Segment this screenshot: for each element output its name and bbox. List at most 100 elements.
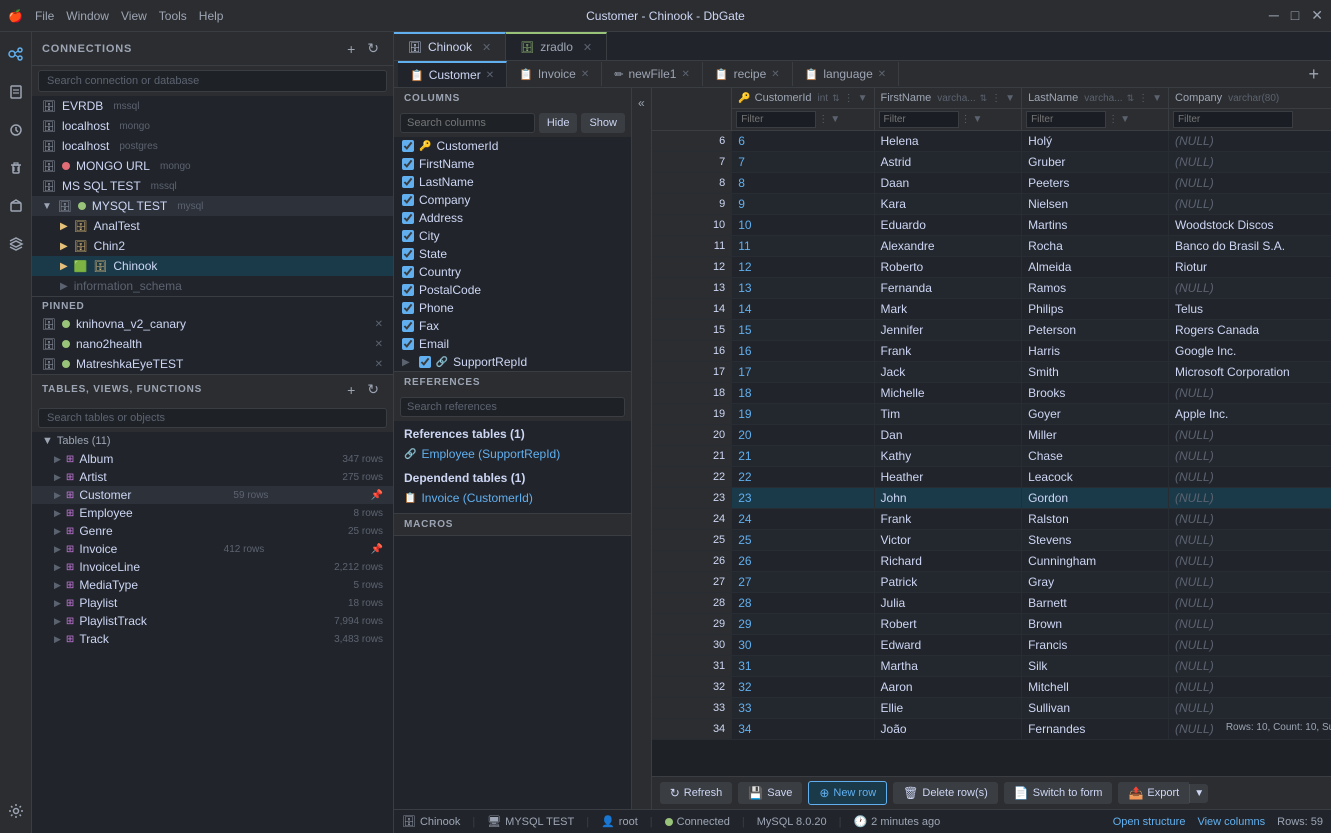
cell-firstname[interactable]: Dan [874, 425, 1022, 446]
connection-localhost-postgres[interactable]: 🗄 localhost postgres [32, 136, 393, 156]
tab-close-button[interactable]: ✕ [681, 69, 689, 80]
trash-icon[interactable] [2, 154, 30, 182]
table-row[interactable]: 25 25 Victor Stevens (NULL) [652, 530, 1331, 551]
cell-company[interactable]: (NULL) [1169, 278, 1331, 299]
cell-customerid[interactable]: 8 [732, 173, 874, 194]
cell-company[interactable]: (NULL) [1169, 530, 1331, 551]
cell-firstname[interactable]: Kara [874, 194, 1022, 215]
cell-lastname[interactable]: Nielsen [1022, 194, 1169, 215]
table-row[interactable]: 20 20 Dan Miller (NULL) [652, 425, 1331, 446]
cell-lastname[interactable]: Brooks [1022, 383, 1169, 404]
filter-toggle-icon[interactable]: ▼ [1152, 93, 1162, 104]
db-tab-close-button[interactable]: ✕ [482, 41, 491, 54]
status-connection-item[interactable]: 🖥 MYSQL TEST [487, 815, 574, 828]
connection-mysql-test[interactable]: ▼ 🗄 MYSQL TEST mysql [32, 196, 393, 216]
column-checkbox[interactable] [402, 194, 414, 206]
cell-customerid[interactable]: 25 [732, 530, 874, 551]
layers-icon[interactable] [2, 230, 30, 258]
table-row[interactable]: 24 24 Frank Ralston (NULL) [652, 509, 1331, 530]
cell-customerid[interactable]: 13 [732, 278, 874, 299]
cell-customerid[interactable]: 33 [732, 698, 874, 719]
cell-company[interactable]: (NULL) [1169, 446, 1331, 467]
cell-firstname[interactable]: Tim [874, 404, 1022, 425]
tables-group[interactable]: ▼ Tables (11) [32, 432, 393, 450]
table-item-genre[interactable]: ▶ ⊞ Genre 25 rows [32, 522, 393, 540]
tab-invoice[interactable]: 📋 Invoice ✕ [507, 62, 602, 86]
table-row[interactable]: 30 30 Edward Francis (NULL) [652, 635, 1331, 656]
cell-company[interactable]: (NULL) [1169, 551, 1331, 572]
cell-customerid[interactable]: 27 [732, 572, 874, 593]
view-columns-link[interactable]: View columns [1197, 816, 1265, 828]
column-checkbox[interactable] [402, 302, 414, 314]
col-filter-clear-button[interactable]: ▼ [1120, 114, 1130, 125]
cell-firstname[interactable]: Mark [874, 299, 1022, 320]
column-checkbox[interactable] [402, 320, 414, 332]
col-header-company[interactable]: Company varchar(80) ⇅ [1169, 88, 1331, 131]
cell-firstname[interactable]: Heather [874, 467, 1022, 488]
table-row[interactable]: 15 15 Jennifer Peterson Rogers Canada [652, 320, 1331, 341]
table-row[interactable]: 28 28 Julia Barnett (NULL) [652, 593, 1331, 614]
cell-lastname[interactable]: Rocha [1022, 236, 1169, 257]
cell-lastname[interactable]: Francis [1022, 635, 1169, 656]
table-row[interactable]: 11 11 Alexandre Rocha Banco do Brasil S.… [652, 236, 1331, 257]
tables-search-input[interactable] [38, 408, 387, 428]
col-filter-button[interactable]: ⋮ [818, 114, 828, 125]
cell-customerid[interactable]: 18 [732, 383, 874, 404]
cell-lastname[interactable]: Chase [1022, 446, 1169, 467]
col-filter-input[interactable] [736, 111, 816, 128]
menu-apple[interactable]: 🍎 [8, 9, 23, 23]
cell-company[interactable]: (NULL) [1169, 677, 1331, 698]
table-row[interactable]: 13 13 Fernanda Ramos (NULL) [652, 278, 1331, 299]
pinned-item-nano2health[interactable]: 🗄 nano2health ✕ [32, 334, 393, 354]
cell-company[interactable]: (NULL) [1169, 698, 1331, 719]
cell-firstname[interactable]: Frank [874, 341, 1022, 362]
refresh-button[interactable]: ↻ Refresh [660, 782, 733, 804]
menu-window[interactable]: Window [66, 9, 109, 23]
cell-customerid[interactable]: 29 [732, 614, 874, 635]
tab-newfile1[interactable]: ✏ newFile1 ✕ [602, 62, 703, 86]
collapse-panel-button[interactable]: « [632, 88, 652, 809]
cell-firstname[interactable]: Fernanda [874, 278, 1022, 299]
references-search-input[interactable] [400, 397, 625, 417]
cell-customerid[interactable]: 31 [732, 656, 874, 677]
cell-customerid[interactable]: 30 [732, 635, 874, 656]
table-row[interactable]: 26 26 Richard Cunningham (NULL) [652, 551, 1331, 572]
cell-firstname[interactable]: Astrid [874, 152, 1022, 173]
cell-lastname[interactable]: Ralston [1022, 509, 1169, 530]
cell-lastname[interactable]: Barnett [1022, 593, 1169, 614]
cell-customerid[interactable]: 7 [732, 152, 874, 173]
cell-lastname[interactable]: Gray [1022, 572, 1169, 593]
col-filter-clear-button[interactable]: ▼ [830, 114, 840, 125]
cell-customerid[interactable]: 26 [732, 551, 874, 572]
filter-toggle-icon[interactable]: ▼ [858, 93, 868, 104]
column-checkbox[interactable] [419, 356, 431, 368]
table-row[interactable]: 29 29 Robert Brown (NULL) [652, 614, 1331, 635]
cell-firstname[interactable]: Ellie [874, 698, 1022, 719]
connection-mongo-url[interactable]: 🗄 MONGO URL mongo [32, 156, 393, 176]
table-row[interactable]: 34 34 João Fernandes (NULL)Rows: 10, Cou… [652, 719, 1331, 740]
cell-firstname[interactable]: João [874, 719, 1022, 740]
db-tab-zradlo[interactable]: 🗄 zradlo ✕ [506, 32, 607, 60]
col-filter-button[interactable]: ⋮ [961, 114, 971, 125]
table-item-employee[interactable]: ▶ ⊞ Employee 8 rows [32, 504, 393, 522]
add-table-button[interactable]: + [343, 379, 359, 400]
menu-view[interactable]: View [121, 9, 147, 23]
table-row[interactable]: 27 27 Patrick Gray (NULL) [652, 572, 1331, 593]
cell-company[interactable]: (NULL) [1169, 194, 1331, 215]
db-analtest[interactable]: ▶ 🗄 AnalTest [32, 216, 393, 236]
cell-customerid[interactable]: 19 [732, 404, 874, 425]
db-chin2[interactable]: ▶ 🗄 Chin2 [32, 236, 393, 256]
cell-customerid[interactable]: 24 [732, 509, 874, 530]
connection-localhost-mongo[interactable]: 🗄 localhost mongo [32, 116, 393, 136]
cell-company[interactable]: Riotur [1169, 257, 1331, 278]
unpin-button[interactable]: ✕ [375, 339, 383, 350]
cell-firstname[interactable]: Aaron [874, 677, 1022, 698]
refresh-connections-button[interactable]: ↻ [363, 38, 383, 59]
table-row[interactable]: 22 22 Heather Leacock (NULL) [652, 467, 1331, 488]
cell-lastname[interactable]: Leacock [1022, 467, 1169, 488]
cell-company[interactable]: Apple Inc. [1169, 404, 1331, 425]
cell-customerid[interactable]: 16 [732, 341, 874, 362]
cell-customerid[interactable]: 15 [732, 320, 874, 341]
table-row[interactable]: 10 10 Eduardo Martins Woodstock Discos [652, 215, 1331, 236]
table-row[interactable]: 12 12 Roberto Almeida Riotur [652, 257, 1331, 278]
